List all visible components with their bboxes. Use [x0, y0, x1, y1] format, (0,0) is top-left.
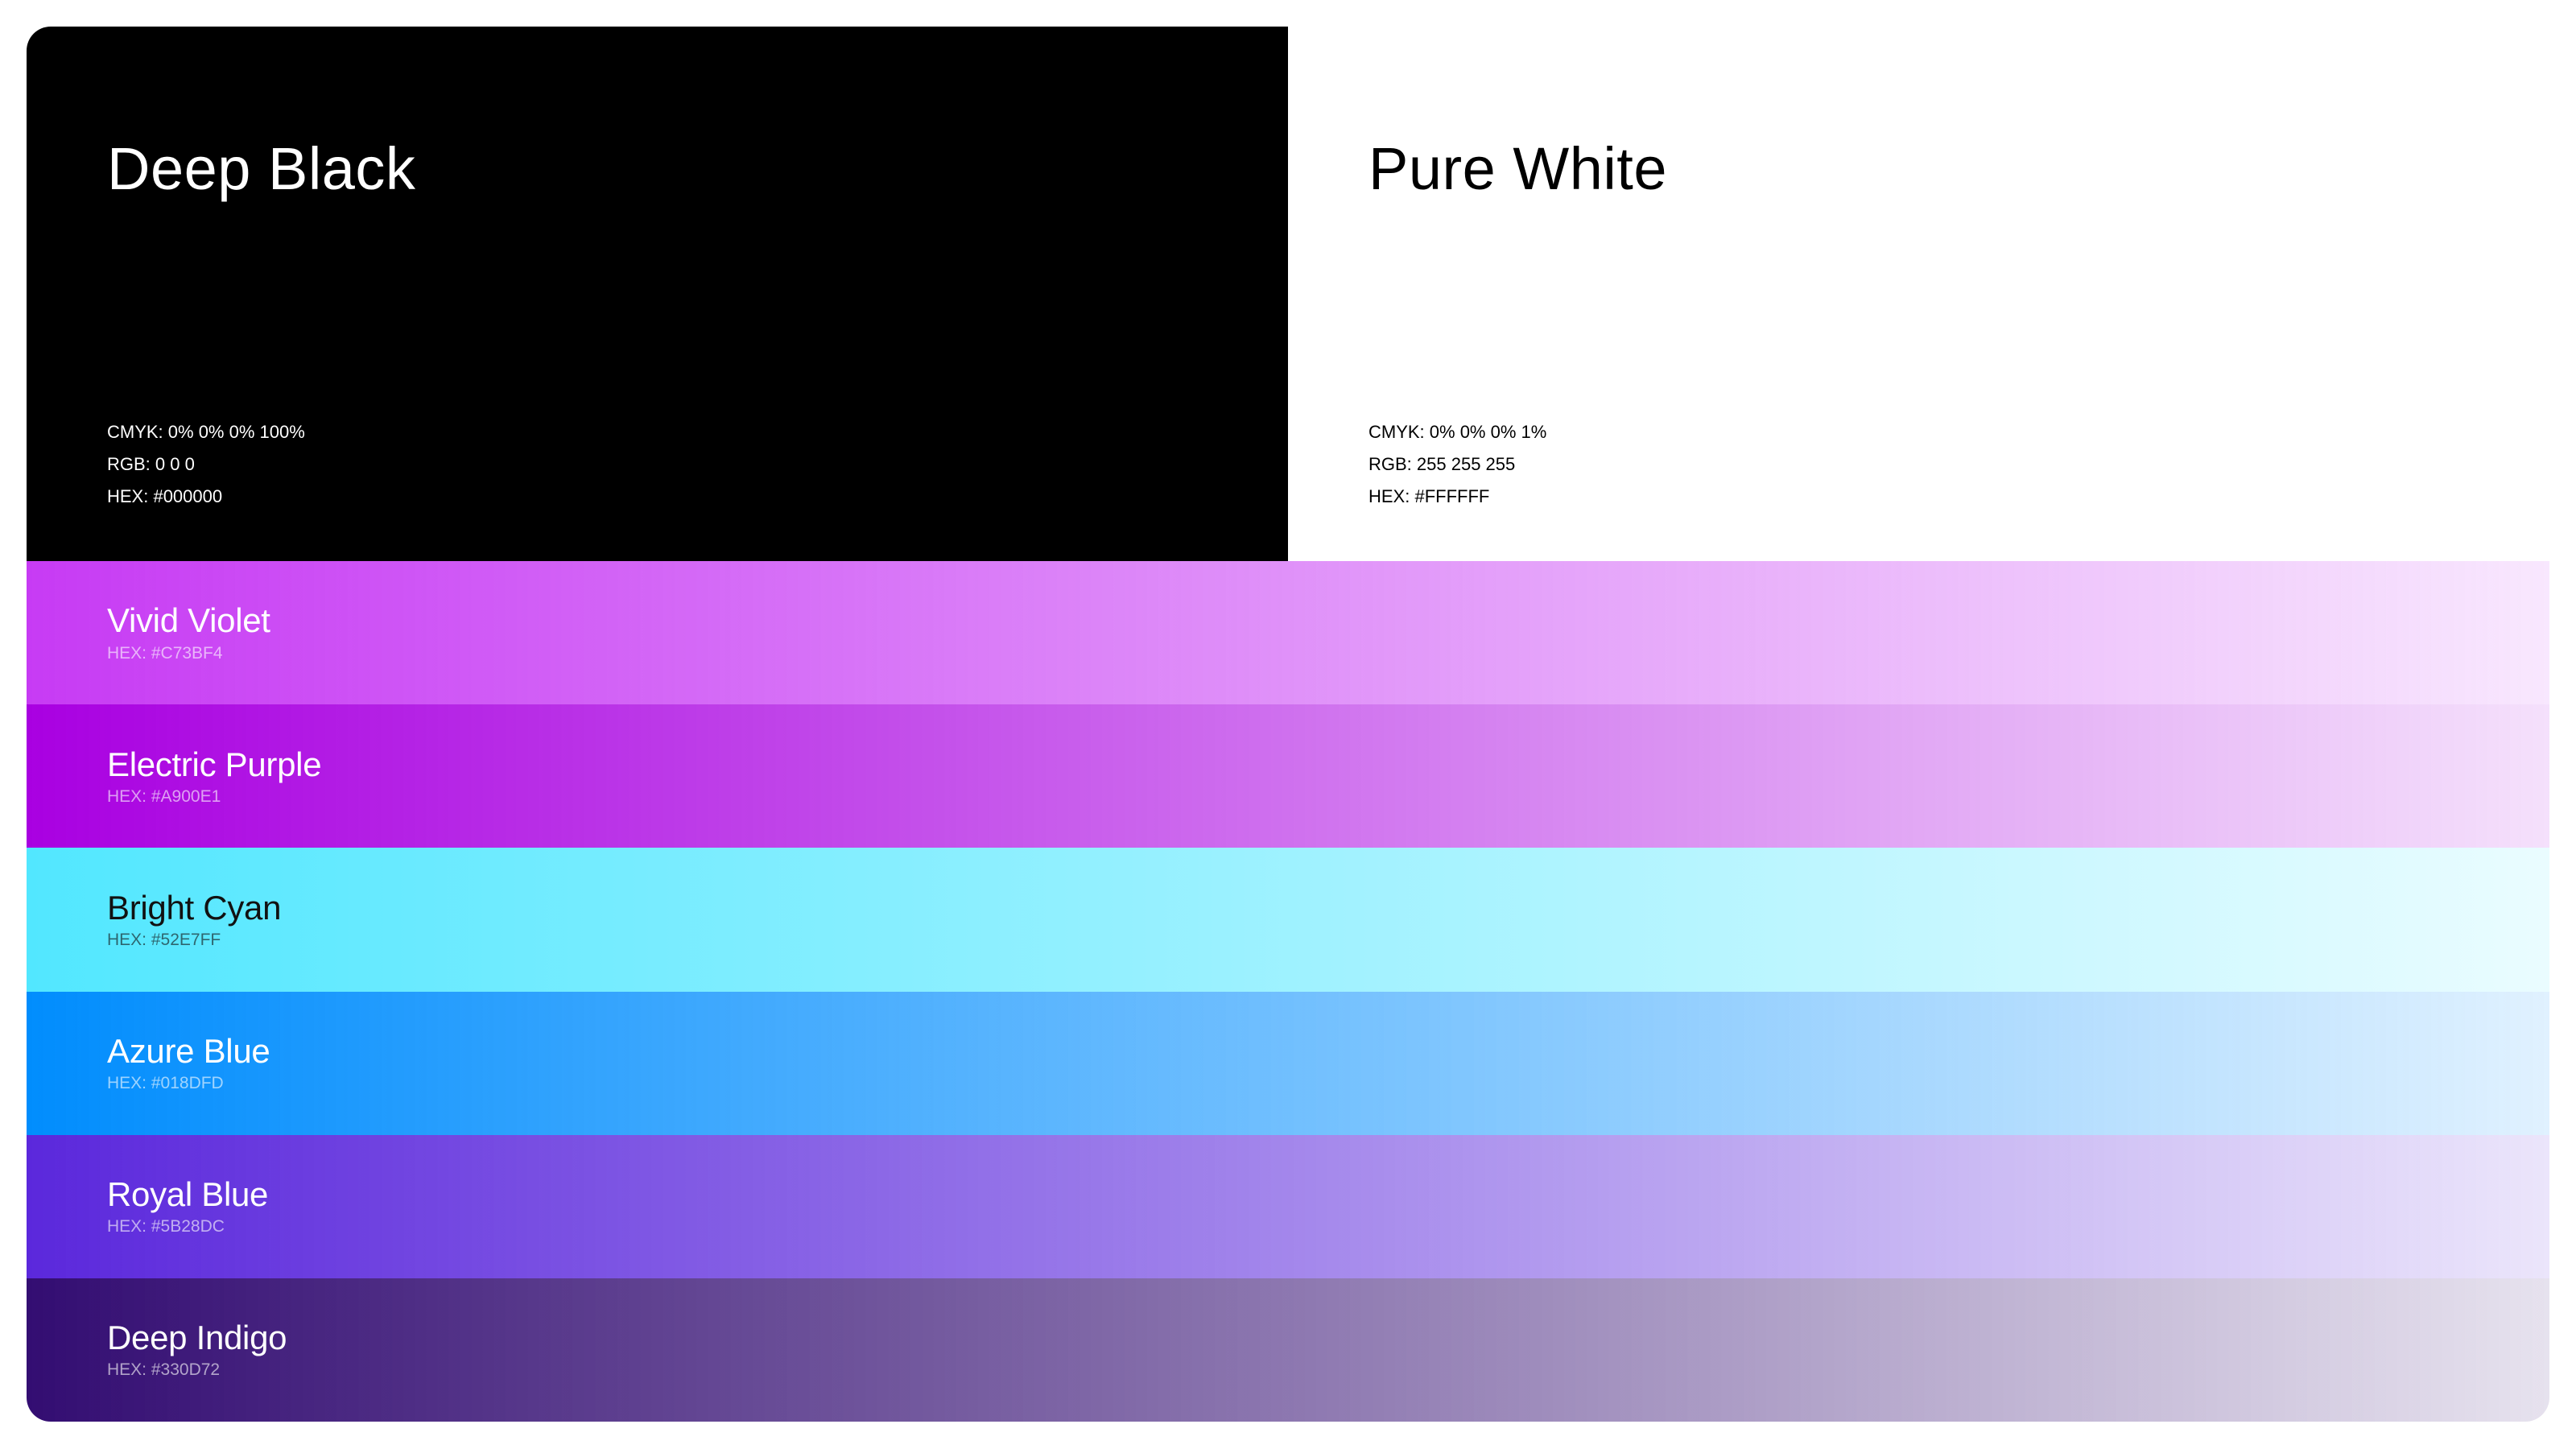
- band-name: Deep Indigo: [107, 1319, 287, 1357]
- cmyk-value: CMYK: 0% 0% 0% 100%: [107, 422, 305, 442]
- band-name: Vivid Violet: [107, 601, 270, 640]
- band-deep-indigo: Deep Indigo HEX: #330D72: [27, 1278, 2549, 1422]
- band-azure-blue: Azure Blue HEX: #018DFD: [27, 991, 2549, 1135]
- swatch-title: Pure White: [1368, 135, 1668, 202]
- band-name: Electric Purple: [107, 745, 322, 783]
- page: Deep Black CMYK: 0% 0% 0% 100% RGB: 0 0 …: [0, 0, 2576, 1449]
- band-hex: HEX: #52E7FF: [107, 930, 221, 949]
- band-hex: HEX: #C73BF4: [107, 643, 223, 663]
- hex-value: HEX: #FFFFFF: [1368, 486, 1490, 506]
- color-palette: Deep Black CMYK: 0% 0% 0% 100% RGB: 0 0 …: [27, 27, 2549, 1422]
- band-bright-cyan: Bright Cyan HEX: #52E7FF: [27, 848, 2549, 992]
- band-hex: HEX: #330D72: [107, 1360, 221, 1380]
- swatch-title: Deep Black: [107, 135, 416, 202]
- hex-value: HEX: #000000: [107, 486, 223, 506]
- swatch-specs: CMYK: 0% 0% 0% 100% RGB: 0 0 0 HEX: #000…: [107, 416, 305, 513]
- gradient-bands: Vivid Violet HEX: #C73BF4 Electric Purpl…: [27, 561, 2549, 1422]
- band-name: Royal Blue: [107, 1175, 269, 1214]
- primary-swatches: Deep Black CMYK: 0% 0% 0% 100% RGB: 0 0 …: [27, 27, 2549, 561]
- swatch-deep-black: Deep Black CMYK: 0% 0% 0% 100% RGB: 0 0 …: [27, 27, 1288, 561]
- band-name: Bright Cyan: [107, 888, 282, 927]
- band-hex: HEX: #018DFD: [107, 1074, 224, 1093]
- rgb-value: RGB: 255 255 255: [1368, 454, 1516, 474]
- band-electric-purple: Electric Purple HEX: #A900E1: [27, 704, 2549, 848]
- band-name: Azure Blue: [107, 1031, 270, 1070]
- band-hex: HEX: #A900E1: [107, 786, 221, 806]
- band-vivid-violet: Vivid Violet HEX: #C73BF4: [27, 561, 2549, 705]
- cmyk-value: CMYK: 0% 0% 0% 1%: [1368, 422, 1547, 442]
- band-royal-blue: Royal Blue HEX: #5B28DC: [27, 1134, 2549, 1278]
- swatch-specs: CMYK: 0% 0% 0% 1% RGB: 255 255 255 HEX: …: [1368, 416, 1546, 513]
- rgb-value: RGB: 0 0 0: [107, 454, 195, 474]
- band-hex: HEX: #5B28DC: [107, 1217, 225, 1236]
- swatch-pure-white: Pure White CMYK: 0% 0% 0% 1% RGB: 255 25…: [1288, 27, 2549, 561]
